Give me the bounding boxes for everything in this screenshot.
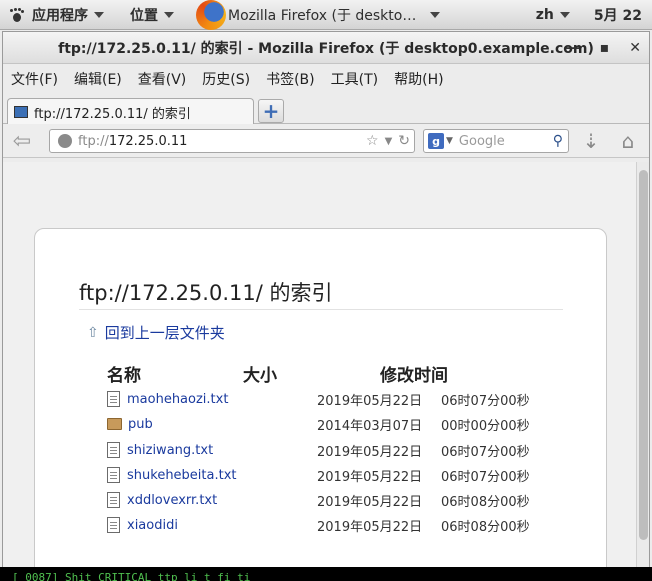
window-title: ftp://172.25.0.11/ 的索引 - Mozilla Firefox… [58, 40, 594, 57]
file-time: 00时00分00秒 [441, 418, 530, 434]
file-link[interactable]: pub [128, 417, 318, 432]
download-arrow-icon: ⇣ [582, 129, 600, 153]
chevron-down-icon [164, 11, 174, 18]
close-button[interactable]: ✕ [629, 40, 641, 56]
file-date: 2019年05月22日 [317, 469, 423, 485]
navigation-toolbar: ⇦ ftp:// 172.25.0.11 ☆ ▼ ↻ g ▼ Google ⚲ … [3, 124, 649, 158]
file-time: 06时08分00秒 [441, 494, 530, 510]
directory-listing: ftp://172.25.0.11/ 的索引 ⇧ 回到上一层文件夹 名称 大小 … [34, 228, 607, 567]
text-file-icon [107, 442, 120, 458]
url-host: 172.25.0.11 [108, 133, 188, 149]
page-icon [14, 106, 28, 118]
bookmark-star-icon[interactable]: ☆ [366, 133, 379, 149]
reload-icon[interactable]: ↻ [398, 133, 410, 149]
page-heading: ftp://172.25.0.11/ 的索引 [79, 277, 563, 310]
menu-tools[interactable]: 工具(T) [331, 69, 378, 89]
table-row: xiaodidi 2019年05月22日 06时08分00秒 [107, 515, 567, 535]
home-icon: ⌂ [621, 129, 635, 153]
folder-icon [107, 418, 122, 430]
file-time: 06时07分00秒 [441, 393, 530, 409]
menu-view[interactable]: 查看(V) [138, 69, 187, 89]
gnome-foot-icon [10, 7, 24, 22]
file-date: 2014年03月07日 [317, 418, 423, 434]
firefox-logo-icon [196, 0, 226, 30]
file-link[interactable]: xddlovexrr.txt [127, 493, 317, 508]
input-method-menu[interactable]: zh [532, 0, 574, 30]
text-file-icon [107, 492, 120, 508]
maximize-button[interactable]: ▪ [600, 40, 610, 56]
table-row: maohehaozi.txt 2019年05月22日 06时07分00秒 [107, 389, 567, 409]
search-input[interactable]: Google [459, 134, 505, 149]
chevron-down-icon[interactable]: ▼ [385, 136, 393, 147]
menu-bookmarks[interactable]: 书签(B) [266, 69, 315, 89]
parent-directory-label[interactable]: 回到上一层文件夹 [105, 322, 225, 343]
parent-directory-link[interactable]: ⇧ 回到上一层文件夹 [87, 322, 225, 343]
file-link[interactable]: shiziwang.txt [127, 443, 317, 458]
search-bar[interactable]: g ▼ Google ⚲ [423, 129, 569, 153]
file-link[interactable]: xiaodidi [127, 518, 317, 533]
menu-file[interactable]: 文件(F) [11, 69, 58, 89]
search-icon[interactable]: ⚲ [553, 133, 563, 149]
text-file-icon [107, 391, 120, 407]
downloads-button[interactable]: ⇣ [579, 129, 603, 153]
file-time: 06时08分00秒 [441, 519, 530, 535]
menu-edit[interactable]: 编辑(E) [74, 69, 122, 89]
chevron-down-icon [559, 11, 570, 18]
file-link[interactable]: shukehebeita.txt [127, 468, 317, 483]
top-panel: 应用程序 位置 Mozilla Firefox (于 deskto… zh 5月… [0, 0, 652, 30]
page-viewport: ftp://172.25.0.11/ 的索引 ⇧ 回到上一层文件夹 名称 大小 … [3, 162, 636, 567]
chevron-down-icon [94, 11, 104, 18]
file-date: 2019年05月22日 [317, 393, 423, 409]
applications-label: 应用程序 [32, 7, 88, 24]
places-label: 位置 [130, 7, 158, 24]
scrollbar-thumb[interactable] [639, 170, 648, 540]
menu-help[interactable]: 帮助(H) [394, 69, 443, 89]
window-titlebar[interactable]: ftp://172.25.0.11/ 的索引 - Mozilla Firefox… [3, 32, 649, 64]
file-time: 06时07分00秒 [441, 469, 530, 485]
tab-label: ftp://172.25.0.11/ 的索引 [34, 106, 191, 122]
globe-icon [58, 134, 72, 148]
back-arrow-icon: ⇦ [12, 128, 32, 154]
menubar: 文件(F) 编辑(E) 查看(V) 历史(S) 书签(B) 工具(T) 帮助(H… [3, 64, 649, 94]
text-file-icon [107, 467, 120, 483]
table-row: shukehebeita.txt 2019年05月22日 06时07分00秒 [107, 465, 567, 485]
file-date: 2019年05月22日 [317, 494, 423, 510]
chevron-down-icon[interactable]: ▼ [446, 136, 453, 146]
file-date: 2019年05月22日 [317, 444, 423, 460]
plus-icon: + [262, 99, 280, 123]
column-header-name[interactable]: 名称 [107, 361, 141, 386]
url-protocol: ftp:// [78, 133, 109, 149]
tab-ftp-index[interactable]: ftp://172.25.0.11/ 的索引 [7, 98, 254, 125]
window-list-button[interactable]: Mozilla Firefox (于 deskto… [178, 0, 444, 30]
new-tab-button[interactable]: + [258, 99, 284, 123]
applications-menu[interactable]: 应用程序 [0, 0, 108, 30]
tab-bar: ftp://172.25.0.11/ 的索引 + [3, 94, 649, 125]
column-header-modified[interactable]: 修改时间 [380, 361, 448, 386]
clock-date: 5月 22 [593, 7, 642, 24]
table-row: shiziwang.txt 2019年05月22日 06时07分00秒 [107, 440, 567, 460]
table-row: xddlovexrr.txt 2019年05月22日 06时08分00秒 [107, 490, 567, 510]
url-bar[interactable]: ftp:// 172.25.0.11 ☆ ▼ ↻ [49, 129, 415, 153]
window-list-label: Mozilla Firefox (于 deskto… [228, 7, 417, 24]
google-engine-icon[interactable]: g [428, 133, 444, 149]
chevron-down-icon [430, 11, 441, 18]
vertical-scrollbar[interactable] [636, 162, 649, 567]
minimize-button[interactable]: — [566, 40, 580, 56]
background-terminal: [ 0087] Shit CRITICAL ttp li t fi ti [0, 567, 652, 581]
window-controls: — ▪ ✕ [566, 32, 641, 64]
column-header-size[interactable]: 大小 [243, 361, 277, 386]
text-file-icon [107, 517, 120, 533]
clock[interactable]: 5月 22 [590, 0, 652, 30]
url-actions: ☆ ▼ ↻ [366, 133, 414, 149]
up-arrow-icon: ⇧ [87, 324, 99, 341]
file-time: 06时07分00秒 [441, 444, 530, 460]
places-menu[interactable]: 位置 [126, 0, 178, 30]
back-button[interactable]: ⇦ [9, 128, 35, 154]
input-method-label: zh [535, 6, 554, 23]
home-button[interactable]: ⌂ [615, 129, 641, 153]
table-row: pub 2014年03月07日 00时00分00秒 [107, 414, 567, 434]
file-date: 2019年05月22日 [317, 519, 423, 535]
file-link[interactable]: maohehaozi.txt [127, 392, 317, 407]
menu-history[interactable]: 历史(S) [202, 69, 250, 89]
